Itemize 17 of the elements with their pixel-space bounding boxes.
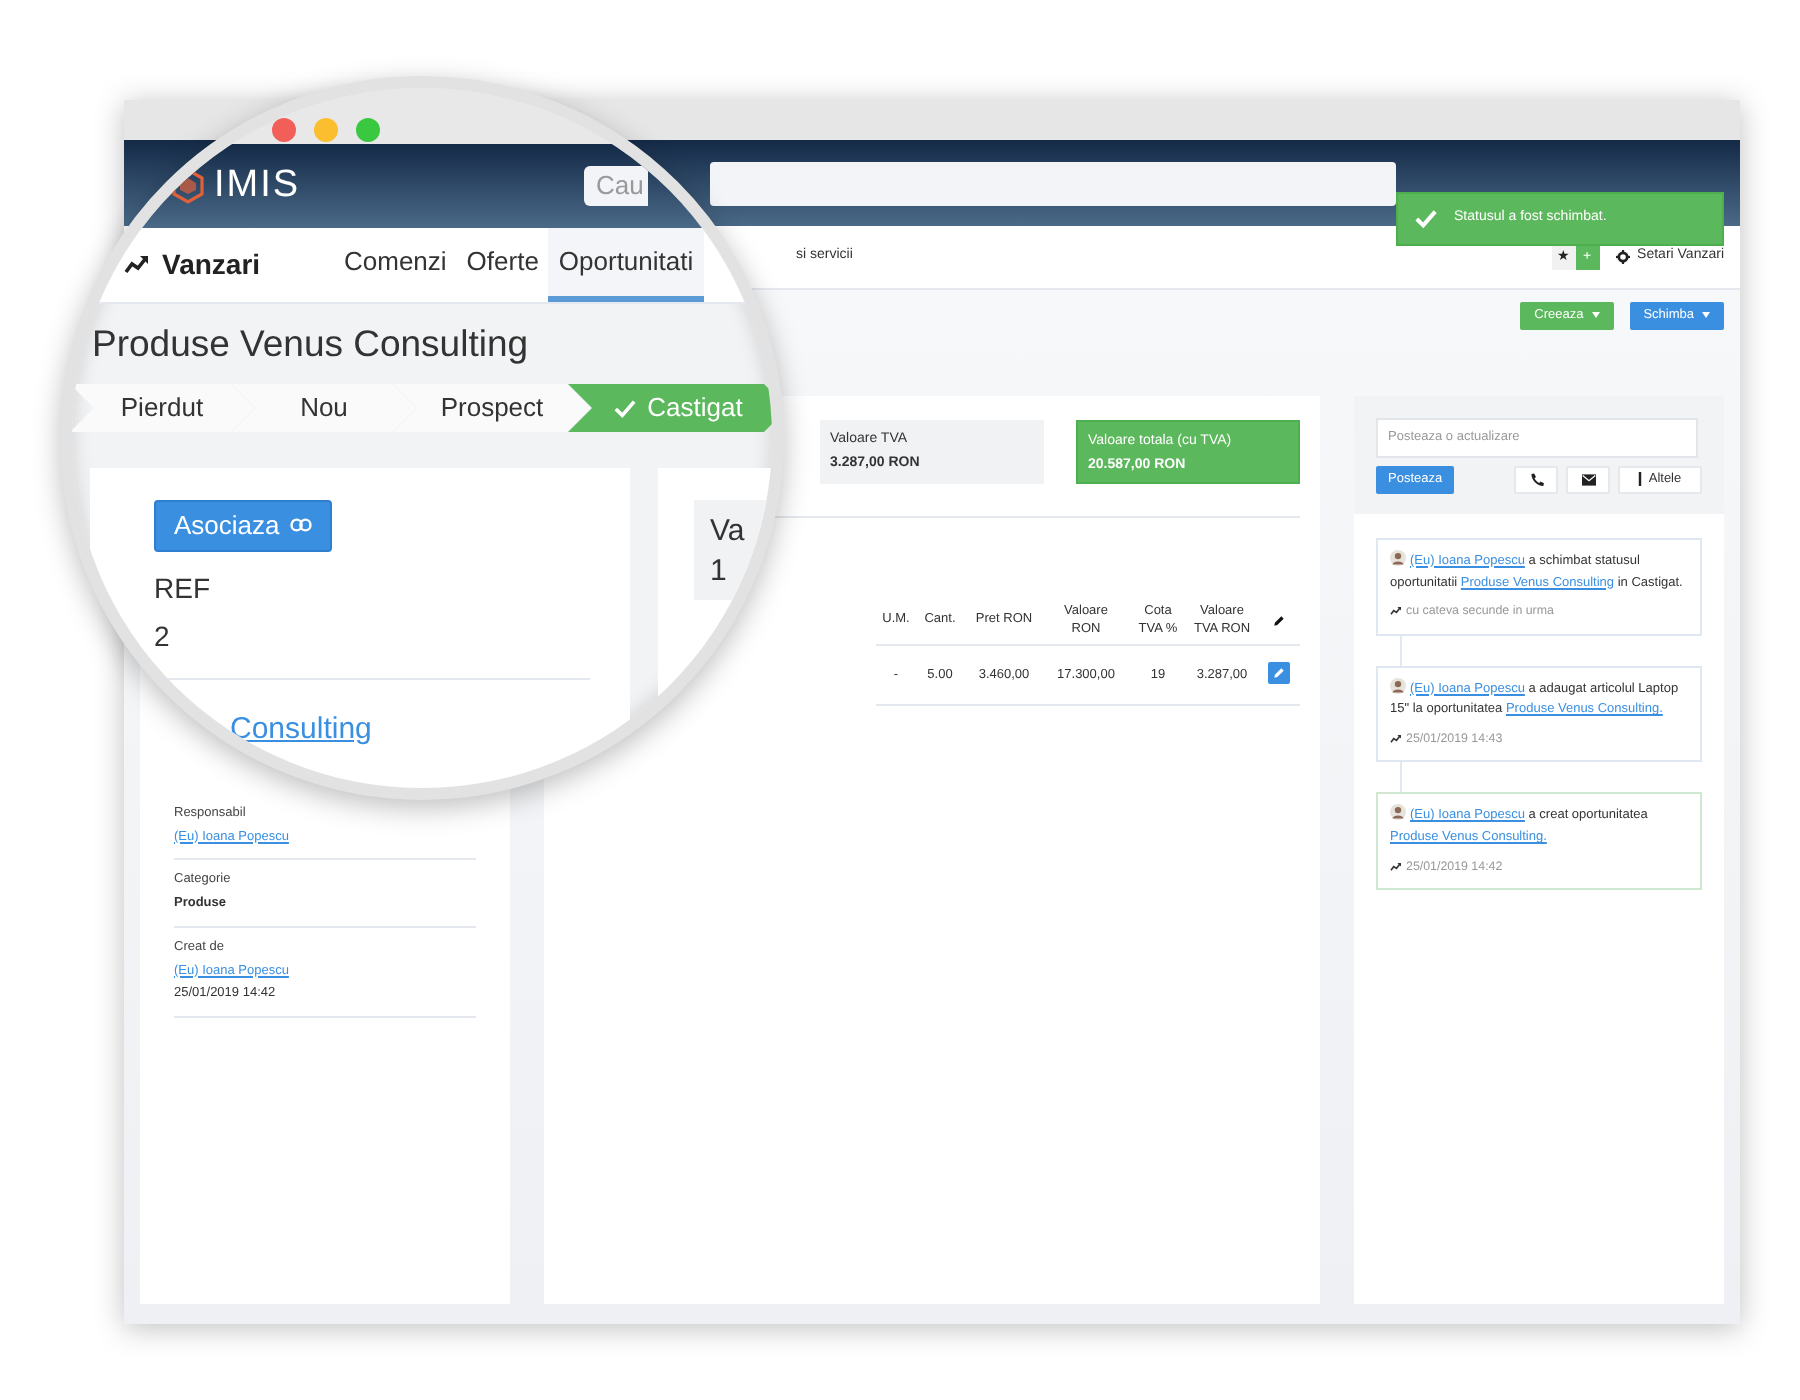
logo-text: IMIS: [214, 161, 303, 210]
section-title: Vanzari: [162, 246, 263, 284]
associate-button[interactable]: Asociaza: [154, 500, 332, 551]
status-step[interactable]: Nou: [232, 384, 416, 432]
nav-tab[interactable]: Oportunitati: [548, 228, 704, 302]
search-field[interactable]: Cau: [584, 166, 648, 206]
ref-label: REF: [154, 569, 212, 607]
nav-tab[interactable]: Comenzi: [334, 228, 457, 302]
client-link[interactable]: Consulting: [230, 707, 372, 752]
nav-tab[interactable]: Oferte: [456, 228, 549, 302]
value-label: Va: [710, 512, 747, 551]
ref-value: 2: [154, 617, 172, 655]
status-step[interactable]: Castigat: [568, 384, 772, 432]
page-title: Produse Venus Consulting: [92, 320, 531, 368]
value-amount: 1: [710, 551, 729, 590]
status-step[interactable]: Prospect: [394, 384, 590, 432]
status-step[interactable]: Pierdut: [72, 384, 254, 432]
